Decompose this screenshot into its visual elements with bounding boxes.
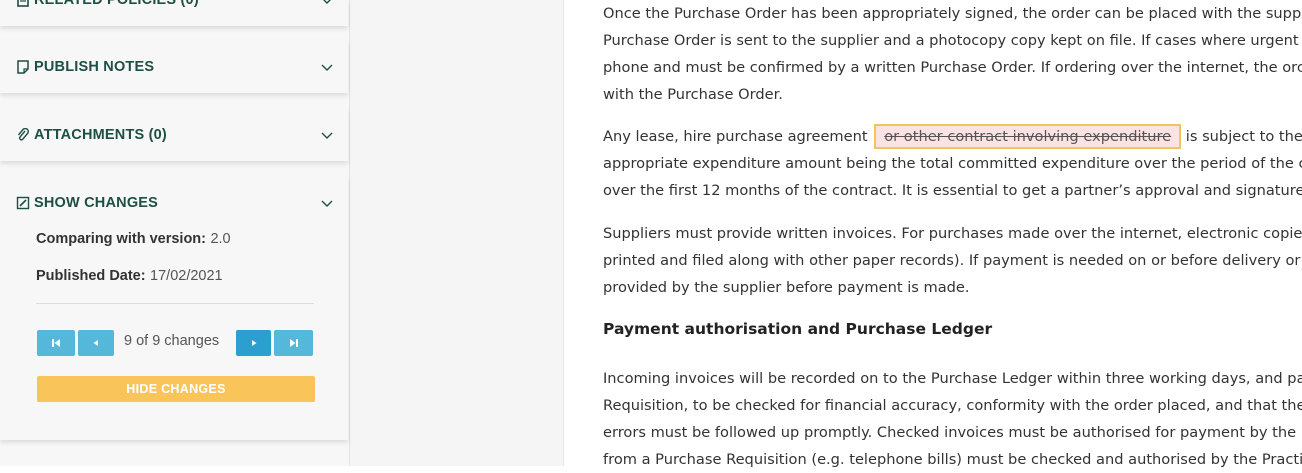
text-line: printed and filed along with other paper… [603,252,1301,269]
text-line: appropriate expenditure amount being the… [603,155,1302,172]
hide-changes-button[interactable]: HIDE CHANGES [37,376,315,402]
paragraph-purchase-ledger: Incoming invoices will be recorded on to… [603,365,1302,473]
prev-icon [93,340,98,346]
text-line: errors must be followed up promptly. Che… [603,424,1302,441]
sidebar: RELATED POLICIES (0) PUBLISH NOTES ATTAC… [0,0,350,466]
chevron-down-icon[interactable] [320,128,334,142]
text-line: Suppliers must provide written invoices.… [603,225,1302,242]
next-change-button[interactable] [236,330,271,356]
section-heading: Payment authorisation and Purchase Ledge… [603,320,993,338]
panel-related-policies: RELATED POLICIES (0) [0,0,348,26]
first-icon [52,339,60,347]
next-icon [251,340,256,346]
publish-notes-header[interactable]: PUBLISH NOTES [16,55,334,79]
last-icon [289,339,298,347]
document-border [563,0,564,466]
paragraph-invoices: Suppliers must provide written invoices.… [603,220,1302,301]
text-line: provided by the supplier before payment … [603,279,970,296]
text-line: phone and must be confirmed by a written… [603,59,1302,76]
paperclip-icon [17,128,29,141]
comparing-label: Comparing with version: [36,231,206,247]
change-counter: 9 of 9 changes [124,333,220,349]
document-icon [17,0,29,7]
panel-attachments: ATTACHMENTS (0) [0,108,348,161]
note-icon [17,60,29,74]
last-change-button[interactable] [274,330,313,356]
related-policies-title: RELATED POLICIES (0) [34,0,199,8]
attachments-header[interactable]: ATTACHMENTS (0) [16,123,334,147]
panel-publish-notes: PUBLISH NOTES [0,40,348,93]
published-label: Published Date: [36,268,146,284]
comparing-row: Comparing with version: 2.0 [36,230,231,248]
text-fragment: is subject to the sa [1185,128,1302,145]
paragraph-purchase-order: Once the Purchase Order has been appropr… [603,0,1302,108]
attachments-title: ATTACHMENTS (0) [34,127,167,143]
text-line: with the Purchase Order. [603,86,783,103]
published-value: 17/02/2021 [150,268,223,284]
show-changes-header[interactable]: SHOW CHANGES [16,191,334,215]
first-change-button[interactable] [37,330,75,356]
text-line: Any lease, hire purchase agreement or ot… [603,123,1302,150]
edit-icon [16,196,30,210]
text-line: from a Purchase Requisition (e.g. teleph… [603,451,1302,468]
chevron-down-icon[interactable] [320,60,334,74]
text-line: Requisition, to be checked for financial… [603,397,1302,414]
published-row: Published Date: 17/02/2021 [36,267,223,285]
chevron-down-icon[interactable] [320,0,334,7]
text-fragment: Any lease, hire purchase agreement [603,128,868,145]
paragraph-lease: Any lease, hire purchase agreement or ot… [603,123,1302,204]
text-line: over the first 12 months of the contract… [603,182,1302,199]
chevron-down-icon[interactable] [320,196,334,210]
text-line: Incoming invoices will be recorded on to… [603,370,1302,387]
publish-notes-title: PUBLISH NOTES [34,59,155,75]
prev-change-button[interactable] [78,330,114,356]
related-policies-header[interactable]: RELATED POLICIES (0) [16,0,334,12]
comparing-value: 2.0 [210,231,231,247]
text-line: Once the Purchase Order has been appropr… [603,5,1302,22]
text-line: Purchase Order is sent to the supplier a… [603,32,1302,49]
show-changes-title: SHOW CHANGES [34,195,159,211]
divider [36,303,314,304]
deleted-change-highlight[interactable]: or other contract involving expenditure [874,124,1182,149]
